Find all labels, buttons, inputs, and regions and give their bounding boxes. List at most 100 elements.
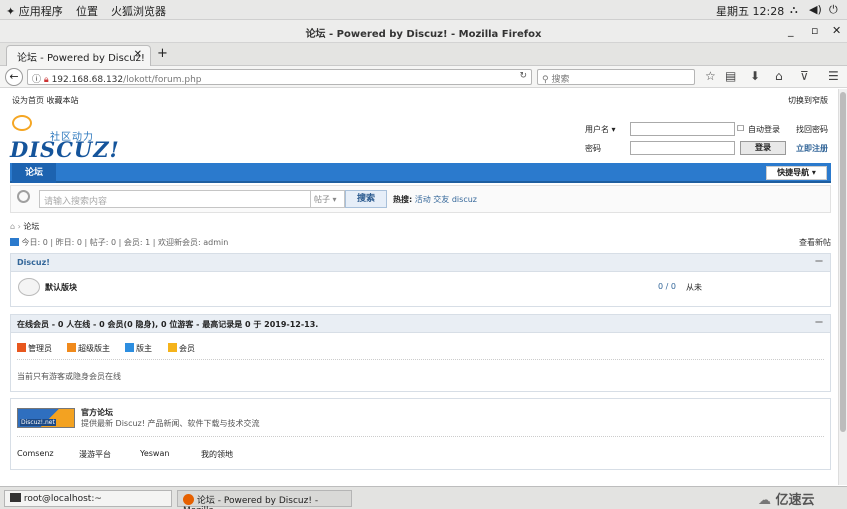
friend-link[interactable]: Yeswan bbox=[140, 449, 169, 458]
forum-name-link[interactable]: 默认版块 bbox=[45, 282, 77, 293]
super-moderator-icon bbox=[67, 343, 76, 352]
login-button[interactable]: 登录 bbox=[740, 141, 786, 155]
taskbar-firefox[interactable]: 论坛 - Powered by Discuz! - Mozilla ... bbox=[177, 490, 352, 509]
collapse-icon[interactable]: — bbox=[815, 317, 823, 326]
forum-last-post: 从未 bbox=[686, 283, 702, 292]
page-scrollbar[interactable] bbox=[838, 89, 847, 485]
browser-menu[interactable]: 火狐浏览器 bbox=[111, 3, 166, 19]
reload-icon[interactable]: ↻ bbox=[519, 71, 527, 81]
admin-icon bbox=[17, 343, 26, 352]
moderator-icon bbox=[125, 343, 134, 352]
switch-width-link[interactable]: 切换到窄版 bbox=[788, 95, 828, 106]
official-description: 提供最新 Discuz! 产品新闻、软件下载与技术交流 bbox=[81, 419, 260, 428]
maximize-button[interactable]: ▫ bbox=[811, 24, 818, 37]
official-logo-image[interactable]: Discuz!.net bbox=[17, 408, 75, 428]
download-icon[interactable]: ⬇ bbox=[750, 69, 760, 83]
apps-menu[interactable]: ✦ 应用程序 bbox=[6, 3, 63, 19]
forum-search-button[interactable]: 搜索 bbox=[345, 190, 387, 208]
official-logo-text: Discuz!.net bbox=[20, 419, 56, 426]
hot-link[interactable]: 交友 bbox=[433, 195, 449, 204]
group-admin: 管理员 bbox=[17, 343, 52, 354]
main-nav: 论坛 快捷导航 ▾ bbox=[10, 163, 831, 183]
browser-search-input[interactable]: ⚲ 搜索 bbox=[537, 69, 695, 85]
pocket-icon[interactable]: ⊽ bbox=[800, 69, 809, 83]
online-members-box: 在线会员 - 0 人在线 - 0 会员(0 隐身), 0 位游客 - 最高记录是… bbox=[10, 314, 831, 392]
info-icon[interactable]: ⓘ bbox=[32, 75, 41, 85]
top-links: 设为首页 收藏本站 bbox=[12, 95, 79, 106]
stats-icon bbox=[10, 238, 19, 246]
taskbar-terminal[interactable]: root@localhost:~ bbox=[4, 490, 172, 507]
volume-icon[interactable]: ◀) bbox=[809, 3, 822, 16]
power-icon[interactable]: ⏻ bbox=[829, 3, 838, 17]
forum-search-bar: 请输入搜索内容 帖子 ▾ 搜索 热搜: 活动 交友 discuz bbox=[10, 185, 831, 213]
scrollbar-thumb[interactable] bbox=[840, 92, 846, 432]
search-icon bbox=[17, 190, 30, 203]
hot-link[interactable]: discuz bbox=[452, 195, 477, 204]
close-button[interactable]: ✕ bbox=[832, 24, 841, 37]
clock[interactable]: 星期五 12:28 bbox=[716, 3, 784, 19]
home-icon[interactable]: ⌂ bbox=[775, 69, 783, 83]
search-icon: ⚲ bbox=[542, 75, 549, 85]
password-label: 密码 bbox=[585, 144, 601, 153]
username-input[interactable] bbox=[630, 122, 735, 136]
taskbar: root@localhost:~ 论坛 - Powered by Discuz!… bbox=[0, 486, 847, 509]
friend-link[interactable]: 我的领地 bbox=[201, 449, 233, 460]
bookmark-link[interactable]: 收藏本站 bbox=[47, 96, 79, 105]
window-titlebar: 论坛 - Powered by Discuz! - Mozilla Firefo… bbox=[0, 20, 847, 43]
nav-tab-forum[interactable]: 论坛 bbox=[12, 163, 56, 183]
new-posts-link[interactable]: 查看新帖 bbox=[799, 237, 831, 248]
friend-link[interactable]: Comsenz bbox=[17, 449, 54, 458]
collapse-icon[interactable]: — bbox=[815, 256, 823, 265]
online-header: 在线会员 - 0 人在线 - 0 会员(0 隐身), 0 位游客 - 最高记录是… bbox=[11, 315, 830, 333]
forum-bubble-icon bbox=[18, 278, 40, 296]
tab-label: 论坛 - Powered by Discuz! bbox=[17, 53, 145, 64]
hot-label: 热搜: bbox=[393, 195, 413, 204]
online-note: 当前只有游客或隐身会员在线 bbox=[17, 372, 121, 381]
official-title[interactable]: 官方论坛 bbox=[81, 407, 113, 418]
quick-nav-button[interactable]: 快捷导航 ▾ bbox=[766, 166, 827, 180]
home-icon[interactable]: ⌂ bbox=[10, 222, 15, 231]
forum-counts: 0 / 0 bbox=[658, 282, 676, 291]
tab-close-icon[interactable]: ✕ bbox=[134, 49, 142, 60]
password-input[interactable] bbox=[630, 141, 735, 155]
set-home-link[interactable]: 设为首页 bbox=[12, 96, 44, 105]
logo-bubble-icon bbox=[12, 115, 32, 131]
hot-searches: 热搜: 活动 交友 discuz bbox=[393, 194, 477, 205]
network-icon[interactable]: ⛬ bbox=[790, 3, 798, 17]
friend-link[interactable]: 漫游平台 bbox=[79, 449, 111, 460]
insecure-lock-icon: 🔒︎ bbox=[43, 75, 49, 85]
hot-link[interactable]: 活动 bbox=[415, 195, 431, 204]
breadcrumb-forum[interactable]: 论坛 bbox=[23, 222, 39, 231]
terminal-icon bbox=[10, 493, 21, 502]
username-label: 用户名 ▾ bbox=[585, 125, 616, 134]
menu-icon[interactable]: ☰ bbox=[828, 69, 839, 83]
forum-stats: 今日: 0 | 昨日: 0 | 帖子: 0 | 会员: 1 | 欢迎新会员: a… bbox=[10, 237, 228, 248]
new-tab-button[interactable]: + bbox=[157, 46, 168, 61]
site-logo[interactable]: 社区动力 DISCUZ! bbox=[10, 115, 120, 162]
url-bar[interactable]: ⓘ 🔒︎ 192.168.68.132/lokott/forum.php ↻ bbox=[27, 69, 532, 85]
group-super-moderator: 超级版主 bbox=[67, 343, 110, 354]
minimize-button[interactable]: _ bbox=[788, 24, 794, 37]
forum-search-input[interactable]: 请输入搜索内容 bbox=[39, 190, 311, 208]
links-box: Discuz!.net 官方论坛 提供最新 Discuz! 产品新闻、软件下载与… bbox=[10, 398, 831, 470]
auto-login-label: 自动登录 bbox=[748, 125, 780, 134]
stats-text: 今日: 0 | 昨日: 0 | 帖子: 0 | 会员: 1 | 欢迎新会员: a… bbox=[21, 238, 229, 247]
reading-list-icon[interactable]: ▤ bbox=[725, 69, 736, 83]
member-icon bbox=[168, 343, 177, 352]
tab-strip: 论坛 - Powered by Discuz! ✕ + bbox=[0, 43, 847, 66]
logo-wordmark: DISCUZ! bbox=[10, 137, 120, 162]
group-moderator: 版主 bbox=[125, 343, 152, 354]
auto-login-checkbox[interactable]: ☐ bbox=[737, 124, 744, 133]
places-menu[interactable]: 位置 bbox=[76, 3, 98, 19]
browser-tab[interactable]: 论坛 - Powered by Discuz! ✕ bbox=[6, 45, 151, 66]
firefox-icon bbox=[183, 494, 194, 505]
register-link[interactable]: 立即注册 bbox=[796, 143, 828, 154]
back-button[interactable]: ← bbox=[5, 68, 23, 86]
bookmark-star-icon[interactable]: ☆ bbox=[705, 69, 716, 83]
online-title: 在线会员 - 0 人在线 - 0 会员(0 隐身), 0 位游客 - 最高记录是… bbox=[17, 320, 319, 329]
forgot-password-link[interactable]: 找回密码 bbox=[796, 124, 828, 135]
search-type-select[interactable]: 帖子 ▾ bbox=[310, 190, 345, 208]
category-title[interactable]: Discuz! bbox=[17, 258, 50, 267]
web-page: 设为首页 收藏本站 切换到窄版 社区动力 DISCUZ! 用户名 ▾ ☐ 自动登… bbox=[0, 89, 838, 485]
search-placeholder: 搜索 bbox=[551, 75, 570, 85]
